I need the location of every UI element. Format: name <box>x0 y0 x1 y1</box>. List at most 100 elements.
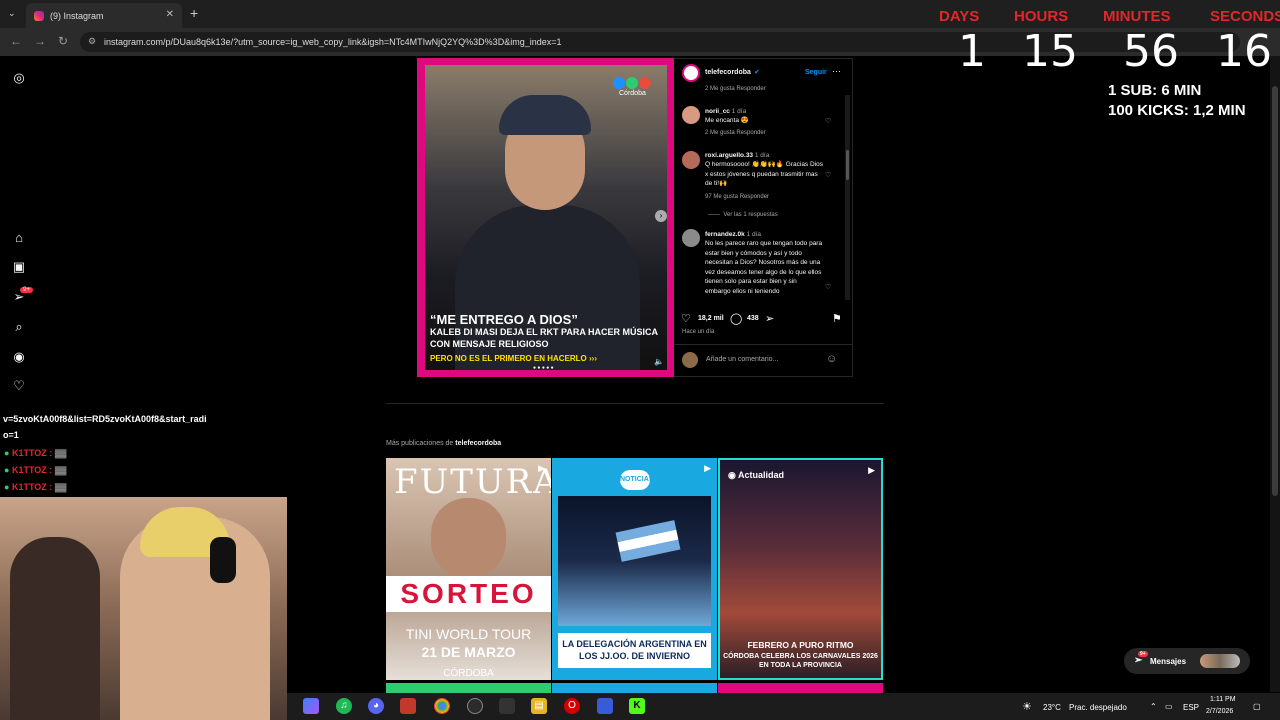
chat-line: ● K1TTOZ : ▓▓ <box>4 448 67 458</box>
rate-kicks: 100 KICKS: 1,2 MIN <box>1108 102 1246 119</box>
comment-user[interactable]: fernandez.0k 1 día <box>705 231 761 238</box>
spotify-icon[interactable]: ♫ <box>336 698 352 714</box>
add-comment-input[interactable]: Añade un comentario... <box>706 356 778 363</box>
mute-icon[interactable]: 🔈 <box>654 357 664 366</box>
grid-post-5[interactable] <box>552 683 717 693</box>
grid-post-title: FEBRERO A PURO RITMO <box>747 640 854 650</box>
explore-icon[interactable]: ◉ <box>11 349 27 365</box>
comment-icon[interactable]: ◯ <box>730 312 742 325</box>
instagram-logo-icon[interactable]: ◎ <box>11 70 27 86</box>
home-icon[interactable]: ⌂ <box>11 230 27 245</box>
notification-center-icon[interactable]: ▢ <box>1253 702 1261 711</box>
weather-temp[interactable]: 23°C <box>1043 703 1061 712</box>
app-icon-3[interactable] <box>597 698 613 714</box>
chrome-icon[interactable] <box>434 698 450 714</box>
posted-ago: Hace un día <box>682 329 715 335</box>
grid-post-title: FUTURA <box>394 462 551 502</box>
obs-icon[interactable] <box>467 698 483 714</box>
comments-scrollbar[interactable] <box>845 95 850 300</box>
grid-post-text: LA DELEGACIÓN ARGENTINA EN LOS JJ.OO. DE… <box>558 633 711 668</box>
like-count: 18,2 mil <box>698 315 724 322</box>
app-icon-2[interactable] <box>499 698 515 714</box>
weather-desc[interactable]: Prac. despejado <box>1069 703 1127 712</box>
comment-avatar[interactable] <box>682 106 700 124</box>
grid-post-2[interactable]: NOTICIAS ▶ LA DELEGACIÓN ARGENTINA EN LO… <box>552 458 717 680</box>
notification-badge: 9+ <box>20 287 33 293</box>
file-explorer-icon[interactable]: ▤ <box>531 698 547 714</box>
post-subheadline: KALEB DI MASI DEJA EL RKT PARA HACER MÚS… <box>430 327 658 349</box>
own-avatar <box>682 352 698 368</box>
more-options-icon[interactable]: ··· <box>832 66 841 76</box>
site-info-icon[interactable]: ⚙ <box>88 36 96 47</box>
copilot-icon[interactable] <box>303 698 319 714</box>
view-replies[interactable]: —— Ver las 1 respuestas <box>708 212 778 218</box>
webcam-overlay <box>0 497 287 720</box>
divider <box>674 344 853 345</box>
like-comment-icon[interactable]: ♡ <box>825 283 831 291</box>
close-tab-icon[interactable]: ✕ <box>166 9 174 20</box>
next-media-button[interactable]: › <box>655 210 667 222</box>
comment-avatar[interactable] <box>682 151 700 169</box>
comment-meta[interactable]: 2 Me gusta Responder <box>705 130 766 136</box>
app-icon[interactable] <box>400 698 416 714</box>
like-icon[interactable]: ♡ <box>681 312 691 325</box>
countdown-label-hours: HOURS <box>1014 8 1069 25</box>
discord-icon[interactable]: ◕ <box>368 698 384 714</box>
messages-button[interactable]: ➢ 9+ Mensajes <box>1124 648 1250 674</box>
network-icon[interactable]: ▭ <box>1165 702 1173 711</box>
section-divider <box>386 403 884 404</box>
comment-user[interactable]: roxi.arguello.33 1 día <box>705 152 769 159</box>
grid-post-3[interactable]: ◉ Actualidad ▶ FEBRERO A PURO RITMO CÓRD… <box>718 458 883 680</box>
tab-list-button[interactable]: ⌄ <box>8 8 16 19</box>
like-comment-icon[interactable]: ♡ <box>825 171 831 179</box>
comment-meta[interactable]: 97 Me gusta Responder <box>705 194 769 200</box>
reload-icon[interactable]: ↻ <box>58 34 68 48</box>
account-avatar[interactable] <box>682 64 700 82</box>
page-scrollbar[interactable] <box>1270 56 1280 692</box>
emoji-icon[interactable]: ☺ <box>826 353 837 365</box>
forward-icon[interactable]: → <box>34 34 46 48</box>
overlay-url-text-2: o=1 <box>3 430 19 440</box>
reels-icon[interactable]: ▣ <box>11 259 27 275</box>
follow-button[interactable]: Seguir <box>805 69 827 76</box>
reel-icon: ▶ <box>704 463 711 473</box>
share-icon[interactable]: ➢ <box>765 312 774 325</box>
tray-chevron-icon[interactable]: ⌃ <box>1150 702 1157 711</box>
kick-icon[interactable]: K <box>629 698 645 714</box>
comment-count: 438 <box>747 315 759 322</box>
countdown-hours: 15 <box>1022 26 1078 77</box>
verified-icon: ✔ <box>754 69 760 76</box>
browser-tab-instagram[interactable]: (9) Instagram ✕ <box>26 3 182 28</box>
new-tab-button[interactable]: + <box>190 5 198 21</box>
noticias-logo: NOTICIAS <box>620 470 653 490</box>
clock-time[interactable]: 1:11 PM <box>1210 696 1236 703</box>
like-comment-icon[interactable]: ♡ <box>825 117 831 125</box>
grid-post-6[interactable] <box>718 683 883 693</box>
messages-badge: 9+ <box>1138 651 1148 657</box>
comment-user[interactable]: norii_cc 1 día <box>705 108 746 115</box>
search-icon[interactable]: ⌕ <box>11 319 27 335</box>
language-indicator[interactable]: ESP <box>1183 703 1199 712</box>
grid-post-photo <box>558 496 711 626</box>
countdown-minutes: 56 <box>1123 26 1179 77</box>
comment-avatar[interactable] <box>682 229 700 247</box>
overlay-url-text: v=5zvoKtA00f8&list=RD5zvoKtA00f8&start_r… <box>3 414 207 424</box>
grid-post-1[interactable]: FUTURA ▶ SORTEO TINI WORLD TOUR 21 DE MA… <box>386 458 551 680</box>
instagram-favicon-icon <box>34 10 44 21</box>
countdown-days: 1 <box>958 26 986 77</box>
grid-post-4[interactable] <box>386 683 551 693</box>
message-avatars <box>1200 654 1240 668</box>
notifications-heart-icon[interactable]: ♡ <box>11 378 27 394</box>
countdown-label-days: DAYS <box>939 8 980 25</box>
comment-text: No les parece raro que tengan todo para … <box>705 240 823 295</box>
save-icon[interactable]: ⚑ <box>832 312 842 325</box>
cap-shape <box>499 95 591 135</box>
clock-date[interactable]: 2/7/2026 <box>1206 708 1233 715</box>
opera-icon[interactable]: O <box>564 698 580 714</box>
back-icon[interactable]: ← <box>10 34 22 48</box>
headset-shape <box>210 537 236 583</box>
grid-post-line: TINI WORLD TOUR <box>405 626 532 642</box>
account-name[interactable]: telefecordoba <box>705 69 751 76</box>
countdown-label-seconds: SECONDS <box>1210 8 1280 25</box>
comment-meta-top: 2 Me gusta Responder <box>705 86 766 92</box>
